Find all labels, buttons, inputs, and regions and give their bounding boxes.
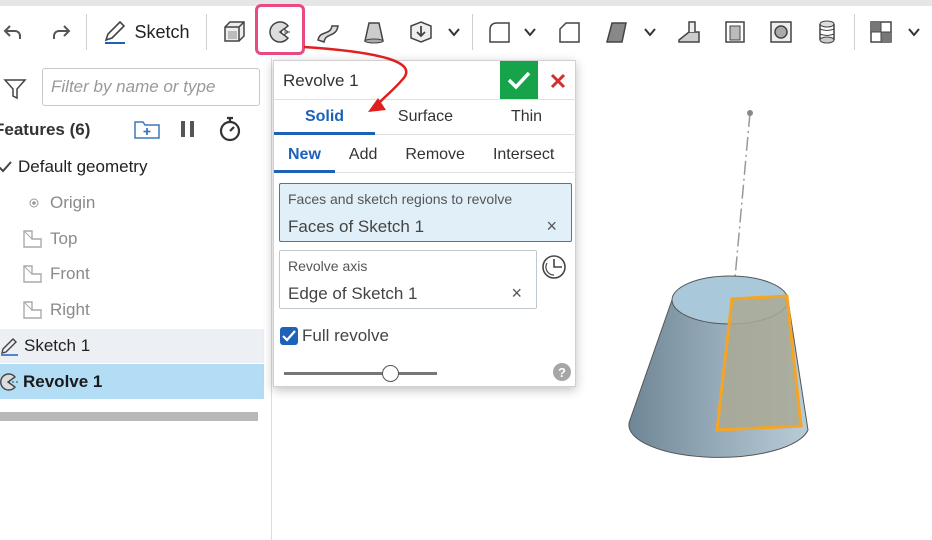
boolean-icon[interactable] [864,14,898,50]
chevron-down-icon[interactable] [904,14,924,50]
revolve-axis-line [732,112,751,301]
toolbar-separator [472,14,473,50]
sweep-icon[interactable] [312,14,344,50]
full-revolve-label: Full revolve [302,326,389,345]
axis-field-label: Revolve axis [288,258,368,274]
slider-thumb[interactable] [382,365,399,382]
faces-field-value: Faces of Sketch 1 [288,217,425,236]
stopwatch-icon[interactable] [218,116,242,147]
sketch-label: Sketch [134,21,190,42]
shell-icon[interactable] [718,14,752,50]
chevron-down-icon[interactable] [444,14,464,50]
revolve-tool-highlight [255,4,305,55]
tree-item-label: Sketch 1 [24,336,91,355]
revolve-type-icon[interactable] [540,253,568,281]
tab-add[interactable]: Add [335,137,391,172]
full-revolve-checkbox[interactable] [280,327,298,345]
tree-item-label: Origin [50,193,96,212]
clear-axis-icon[interactable]: × [511,283,522,304]
tree-item-label: Front [50,264,90,283]
hole-icon[interactable] [764,14,798,50]
tree-item-top[interactable]: Top [0,222,264,256]
chamfer-icon[interactable] [552,14,586,50]
tree-item-sketch-1[interactable]: Sketch 1 [0,329,264,363]
rib-icon[interactable] [672,14,706,50]
slider-track[interactable] [284,372,437,375]
horizontal-scrollbar[interactable] [0,412,258,421]
thread-icon[interactable] [810,14,844,50]
help-icon[interactable]: ? [553,363,571,381]
tab-intersect[interactable]: Intersect [479,137,568,172]
tree-item-label: Right [50,300,90,319]
loft-icon[interactable] [358,14,390,50]
toolbar-separator [86,14,87,50]
tab-remove[interactable]: Remove [391,137,479,172]
tree-item-label: Top [50,229,78,248]
selected-sketch-region[interactable] [715,294,803,432]
tree-item-default-geometry[interactable]: Default geometry [0,150,264,184]
close-icon [550,73,566,89]
sketch-pencil-icon [105,20,126,44]
tree-item-right[interactable]: Right [0,293,264,327]
tab-solid[interactable]: Solid [274,100,375,135]
extrude-icon[interactable] [218,14,250,50]
tree-item-origin[interactable]: Origin [0,186,264,220]
tab-new[interactable]: New [274,137,335,173]
feature-list-panel: Features (6) Default geometry Origin Top… [0,58,272,540]
sketch-button[interactable]: Sketch [98,14,194,50]
fillet-icon[interactable] [482,14,516,50]
feature-toolbar: Sketch [0,6,932,58]
revolve-dialog: Revolve 1 Solid Surface Thin New Add Rem… [273,60,577,387]
draft-icon[interactable] [600,14,634,50]
filter-input[interactable] [42,68,260,106]
plane-icon [23,230,42,248]
tree-item-front[interactable]: Front [0,257,264,291]
faces-selection-field[interactable]: Faces and sketch regions to revolve Face… [279,183,572,242]
body-type-tabs: Solid Surface Thin [274,99,577,135]
tab-thin[interactable]: Thin [476,100,577,134]
revolve-icon [0,372,18,391]
plane-icon [23,301,42,319]
tree-item-label: Default geometry [18,157,148,176]
checkmark-icon [0,161,12,173]
operation-tabs: New Add Remove Intersect [274,137,577,173]
features-heading: Features (6) [0,120,91,139]
tab-surface[interactable]: Surface [375,100,476,134]
3d-viewport[interactable] [580,100,910,480]
accept-button[interactable] [500,61,538,99]
sketch-pencil-icon [1,338,18,356]
toolbar-separator [206,14,207,50]
checkmark-icon [507,71,531,90]
thicken-icon[interactable] [404,14,438,50]
tree-item-revolve-1[interactable]: Revolve 1 [0,364,264,399]
pause-icon[interactable] [178,119,198,144]
redo-icon[interactable] [48,14,74,50]
tree-item-label: Revolve 1 [23,371,103,391]
axis-endpoint [747,110,753,116]
revolve-axis-field[interactable]: Revolve axis Edge of Sketch 1 × [279,250,537,309]
checkmark-icon [282,330,296,342]
undo-icon[interactable] [0,14,26,50]
filter-icon[interactable] [3,78,27,105]
toolbar-separator [854,14,855,50]
clear-faces-icon[interactable]: × [546,216,557,237]
cancel-button[interactable] [546,69,570,93]
plane-icon [23,265,42,283]
chevron-down-icon[interactable] [640,14,660,50]
faces-field-label: Faces and sketch regions to revolve [288,191,513,207]
origin-icon [29,198,39,208]
add-folder-icon[interactable] [133,118,161,145]
dialog-title: Revolve 1 [283,71,359,90]
chevron-down-icon[interactable] [520,14,540,50]
axis-field-value: Edge of Sketch 1 [288,284,418,303]
